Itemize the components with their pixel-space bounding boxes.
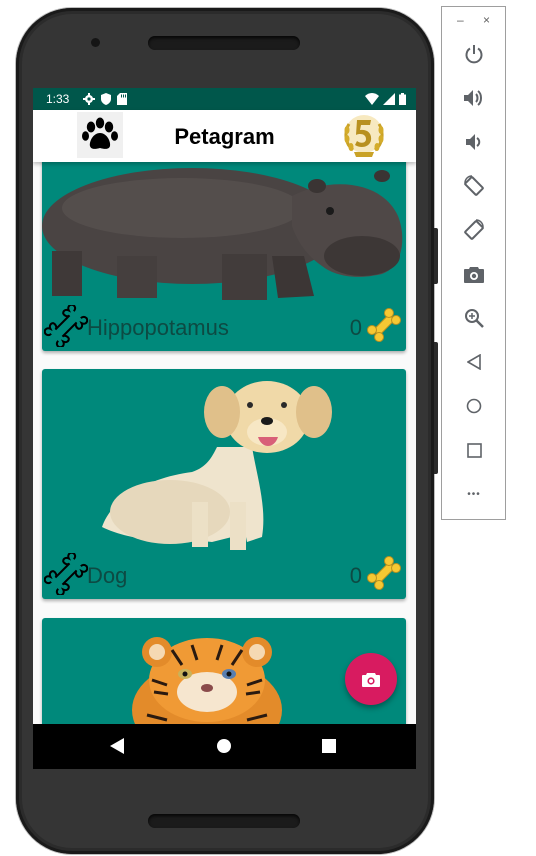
- zoom-in-icon: [465, 309, 484, 328]
- pet-card: Dog 0: [42, 369, 406, 599]
- hippopotamus-photo: [42, 168, 403, 300]
- like-count: 0: [349, 563, 362, 588]
- top-speaker: [148, 36, 300, 50]
- volume-up-button[interactable]: [462, 86, 486, 110]
- volume-down-icon: [466, 134, 481, 150]
- home-button[interactable]: [462, 394, 486, 418]
- golden-bone-icon: [366, 307, 402, 343]
- top-five-button[interactable]: [339, 112, 389, 160]
- camera-icon: [362, 672, 380, 687]
- pet-list[interactable]: Hippopotamus 0 Dog 0: [33, 162, 416, 724]
- pet-card: Hippopotamus 0: [42, 162, 406, 351]
- pet-name: Hippopotamus: [87, 315, 229, 340]
- gold-laurel-five-icon: [344, 115, 384, 157]
- zoom-button[interactable]: [462, 306, 486, 330]
- pet-card-footer: Hippopotamus 0: [42, 305, 406, 351]
- volume-side-button[interactable]: [434, 228, 438, 284]
- shield-icon: [101, 93, 111, 105]
- settings-gear-icon: [83, 93, 95, 105]
- overview-square-icon: [466, 442, 482, 458]
- power-button[interactable]: [462, 42, 486, 66]
- rotate-right-button[interactable]: [462, 218, 486, 242]
- sd-card-icon: [117, 93, 127, 105]
- overview-button[interactable]: [462, 438, 486, 462]
- golden-bone-icon: [366, 555, 402, 591]
- dog-photo: [102, 381, 332, 550]
- app-bar: Petagram: [33, 110, 416, 162]
- power-icon: [465, 45, 483, 64]
- device-screen: 1:33 Petagram Hippopotamus 0 Dog 0: [33, 88, 416, 769]
- bone-outline-icon[interactable]: [44, 305, 88, 347]
- bone-outline-icon[interactable]: [44, 553, 88, 595]
- close-button[interactable]: ×: [483, 13, 490, 27]
- camera-fab-button[interactable]: [345, 653, 397, 705]
- power-side-button[interactable]: [434, 342, 438, 474]
- back-triangle-icon: [467, 354, 481, 370]
- status-bar: 1:33: [33, 88, 416, 110]
- screenshot-button[interactable]: [462, 262, 486, 286]
- rotate-left-button[interactable]: [462, 174, 486, 198]
- status-time: 1:33: [46, 92, 70, 106]
- battery-icon: [399, 93, 406, 105]
- volume-up-icon: [464, 90, 482, 106]
- front-camera: [91, 38, 100, 47]
- recents-nav-icon[interactable]: [322, 739, 336, 753]
- pet-card-footer: Dog 0: [42, 553, 406, 599]
- back-nav-icon[interactable]: [110, 738, 124, 754]
- volume-down-button[interactable]: [462, 130, 486, 154]
- emulator-toolbar: – × •••: [441, 6, 506, 520]
- cell-signal-icon: [383, 93, 395, 105]
- system-nav-bar: [33, 724, 416, 769]
- home-nav-icon[interactable]: [217, 739, 231, 753]
- home-circle-icon: [466, 398, 482, 414]
- pet-name: Dog: [87, 563, 128, 588]
- camera-icon: [464, 266, 484, 283]
- wifi-icon: [365, 93, 379, 105]
- back-button[interactable]: [462, 350, 486, 374]
- minimize-button[interactable]: –: [457, 13, 464, 27]
- more-button[interactable]: •••: [462, 482, 486, 506]
- bottom-speaker: [148, 814, 300, 828]
- like-count: 0: [349, 315, 362, 340]
- rotate-left-icon: [464, 175, 484, 196]
- rotate-right-icon: [464, 219, 484, 240]
